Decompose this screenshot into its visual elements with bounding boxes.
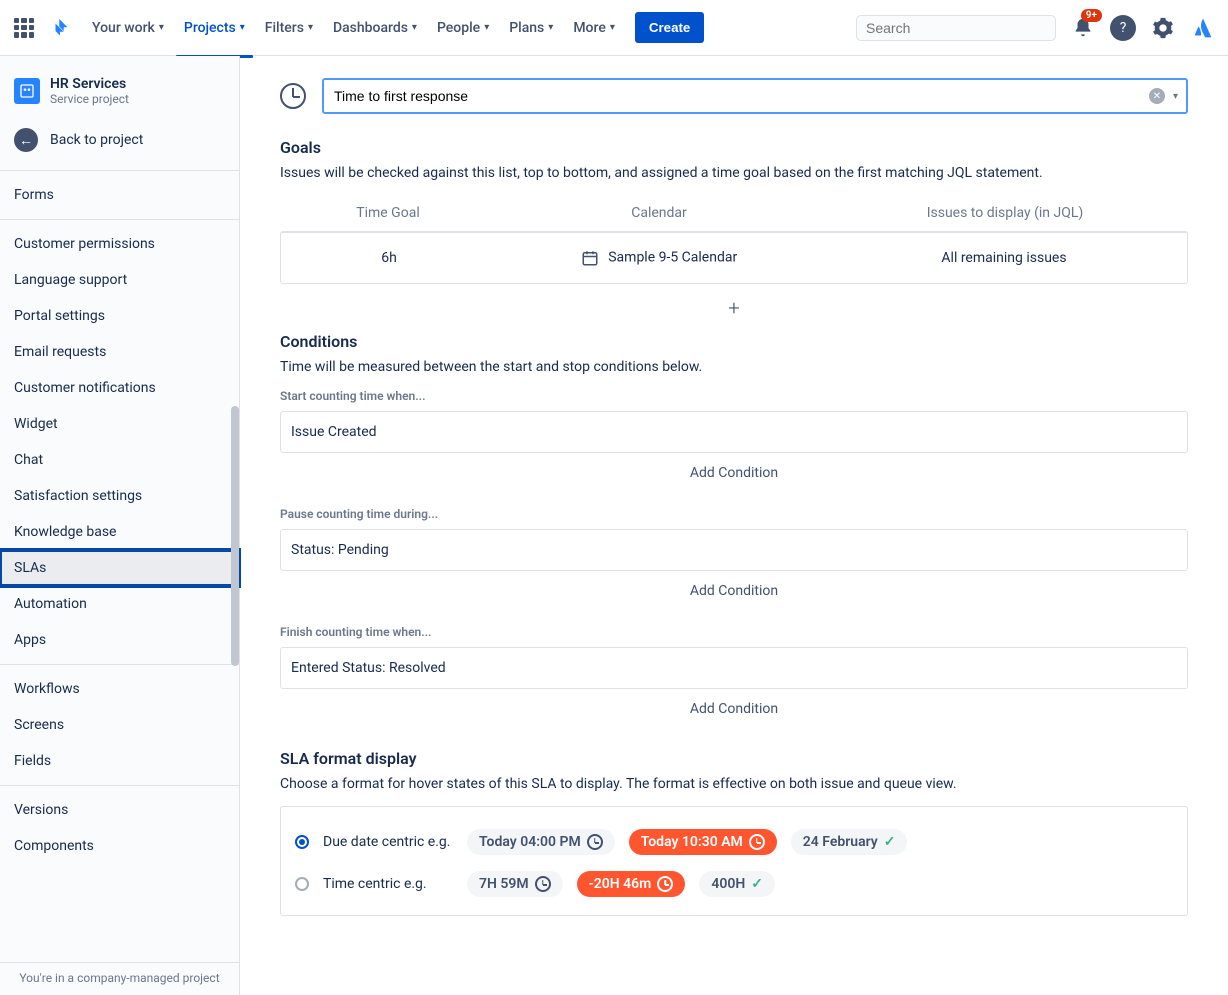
pause-label: Pause counting time during... [280,507,1188,521]
clock-icon [587,834,603,850]
clear-icon[interactable]: ✕ [1149,88,1165,104]
nav-more[interactable]: More▾ [565,12,623,44]
project-avatar [14,78,40,104]
sidebar-item-email-requests[interactable]: Email requests [0,334,239,370]
nav-plans[interactable]: Plans▾ [501,12,561,44]
check-icon: ✓ [751,876,763,892]
time-pill-3: 400H✓ [699,871,775,897]
goal-calendar: Sample 9-5 Calendar [479,249,839,267]
goal-time: 6h [299,250,479,266]
goal-row[interactable]: 6h Sample 9-5 Calendar All remaining iss… [281,232,1187,283]
time-centric-label: Time centric e.g. [323,876,453,892]
app-switcher-icon[interactable] [12,16,36,40]
sidebar-item-widget[interactable]: Widget [0,406,239,442]
time-pill-1: 7H 59M [467,871,563,897]
due-pill-2: Today 10:30 AM [629,829,777,855]
check-icon: ✓ [884,834,896,850]
sidebar-item-slas[interactable]: SLAs [0,550,239,586]
time-pill-2: -20H 46m [577,871,686,897]
nav-people[interactable]: People▾ [429,12,497,44]
radio-time-centric[interactable] [295,877,309,891]
pause-condition[interactable]: Status: Pending [280,529,1188,571]
time-centric-option[interactable]: Time centric e.g. 7H 59M -20H 46m 400H✓ [295,863,1173,905]
format-title: SLA format display [280,749,1188,768]
help-icon[interactable]: ? [1110,15,1136,41]
clock-icon [657,876,673,892]
col-calendar: Calendar [478,205,840,221]
finish-label: Finish counting time when... [280,625,1188,639]
calendar-icon [581,249,599,267]
goals-desc: Issues will be checked against this list… [280,165,1188,181]
sidebar-scrollbar[interactable] [231,406,239,666]
settings-icon[interactable] [1150,15,1176,41]
sidebar-item-fields[interactable]: Fields [0,743,239,779]
back-label: Back to project [50,132,143,148]
gear-icon [1152,17,1174,39]
add-finish-condition[interactable]: Add Condition [280,689,1188,729]
sidebar-item-satisfaction-settings[interactable]: Satisfaction settings [0,478,239,514]
sla-name-input[interactable]: ✕ ▾ [322,78,1188,114]
atlassian-icon[interactable] [1190,15,1216,41]
format-desc: Choose a format for hover states of this… [280,776,1188,792]
sidebar-item-forms[interactable]: Forms [0,177,239,213]
conditions-desc: Time will be measured between the start … [280,359,1188,375]
add-goal-button[interactable]: + [280,284,1188,332]
col-time-goal: Time Goal [298,205,478,221]
goal-issues: All remaining issues [839,250,1169,266]
notification-badge: 9+ [1081,9,1102,22]
sidebar-item-language-support[interactable]: Language support [0,262,239,298]
add-start-condition[interactable]: Add Condition [280,453,1188,493]
start-label: Start counting time when... [280,389,1188,403]
due-date-option[interactable]: Due date centric e.g. Today 04:00 PM Tod… [295,821,1173,863]
chevron-down-icon[interactable]: ▾ [1173,91,1178,102]
sidebar-item-knowledge-base[interactable]: Knowledge base [0,514,239,550]
start-condition[interactable]: Issue Created [280,411,1188,453]
nav-filters[interactable]: Filters▾ [257,12,321,44]
conditions-title: Conditions [280,332,1188,351]
nav-dashboards[interactable]: Dashboards▾ [325,12,425,44]
sidebar-item-screens[interactable]: Screens [0,707,239,743]
col-jql: Issues to display (in JQL) [840,205,1170,221]
due-date-label: Due date centric e.g. [323,834,453,850]
format-options: Due date centric e.g. Today 04:00 PM Tod… [280,806,1188,916]
due-pill-3: 24 February✓ [791,829,908,855]
jira-logo[interactable] [48,16,72,40]
clock-icon [280,83,306,109]
clock-icon [535,876,551,892]
nav-your-work[interactable]: Your work▾ [84,12,172,44]
project-type: Service project [50,92,129,106]
create-button[interactable]: Create [635,12,705,43]
add-pause-condition[interactable]: Add Condition [280,571,1188,611]
back-arrow-icon: ← [14,128,38,152]
clock-icon [749,834,765,850]
sidebar-item-versions[interactable]: Versions [0,792,239,828]
finish-condition[interactable]: Entered Status: Resolved [280,647,1188,689]
sidebar-item-workflows[interactable]: Workflows [0,671,239,707]
goals-title: Goals [280,138,1188,157]
top-nav: Your work▾ Projects▾ Filters▾ Dashboards… [0,0,1228,56]
nav-projects[interactable]: Projects▾ [176,12,253,44]
sidebar-item-automation[interactable]: Automation [0,586,239,622]
project-name: HR Services [50,76,129,92]
sidebar: HR Services Service project ← Back to pr… [0,56,240,995]
main-content: ✕ ▾ Goals Issues will be checked against… [240,56,1228,995]
search-input[interactable] [856,15,1056,41]
radio-due-date[interactable] [295,835,309,849]
goals-table: 6h Sample 9-5 Calendar All remaining iss… [280,231,1188,284]
sidebar-item-portal-settings[interactable]: Portal settings [0,298,239,334]
notifications-icon[interactable]: 9+ [1070,15,1096,41]
sidebar-item-customer-permissions[interactable]: Customer permissions [0,226,239,262]
sidebar-item-chat[interactable]: Chat [0,442,239,478]
sidebar-item-customer-notifications[interactable]: Customer notifications [0,370,239,406]
sidebar-item-apps[interactable]: Apps [0,622,239,658]
project-footer: You're in a company-managed project [0,962,239,985]
back-to-project[interactable]: ← Back to project [0,116,239,164]
project-header: HR Services Service project [0,56,239,116]
goals-header: Time Goal Calendar Issues to display (in… [280,195,1188,231]
due-pill-1: Today 04:00 PM [467,829,615,855]
sidebar-item-components[interactable]: Components [0,828,239,864]
